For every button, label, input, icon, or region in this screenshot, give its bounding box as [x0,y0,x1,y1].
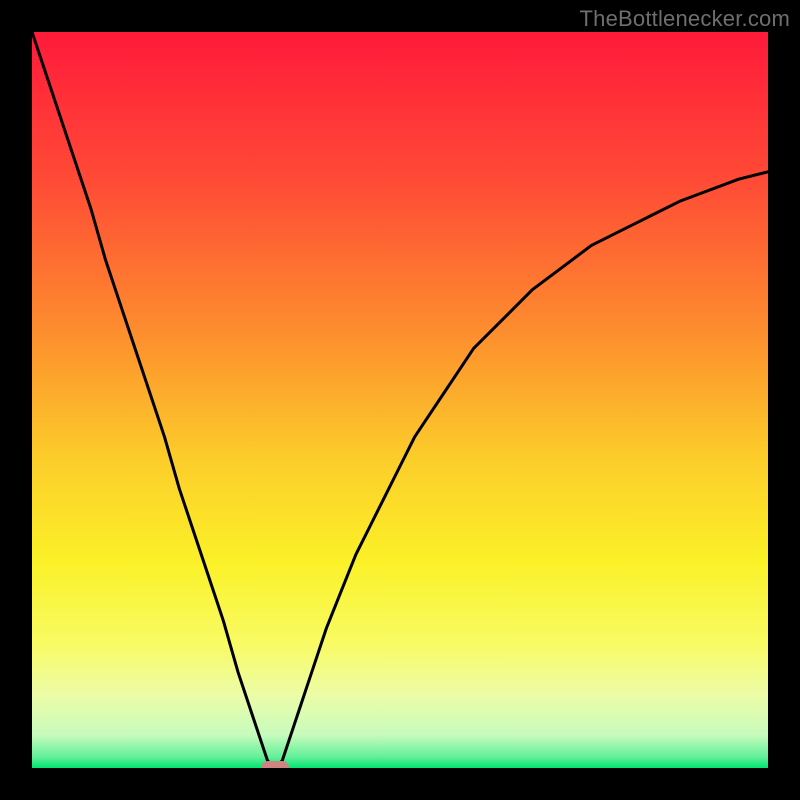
chart-frame: TheBottlenecker.com [0,0,800,800]
watermark-text: TheBottlenecker.com [580,6,790,32]
plot-area [32,32,768,768]
bottleneck-curve [32,32,768,768]
optimal-point-marker [261,761,289,768]
